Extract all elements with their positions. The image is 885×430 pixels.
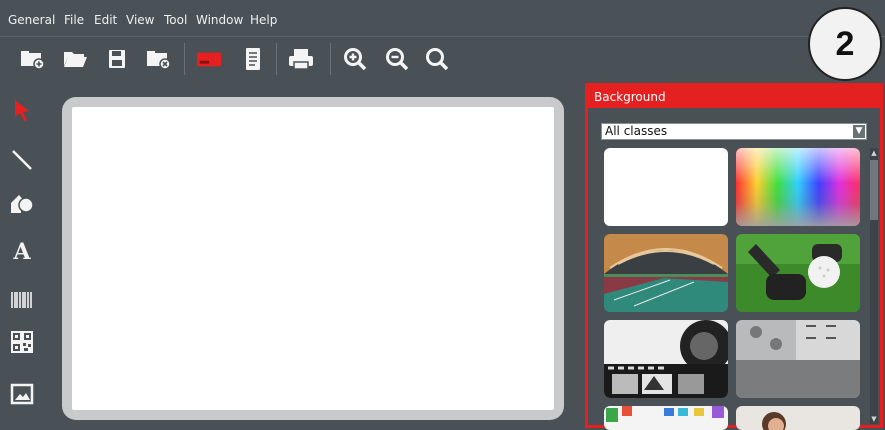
toolbar-separator bbox=[184, 43, 185, 75]
zoom-in-icon[interactable] bbox=[342, 46, 368, 72]
print-icon[interactable] bbox=[288, 46, 314, 72]
line-icon[interactable] bbox=[8, 146, 36, 174]
thumbnail-film-strip[interactable] bbox=[604, 320, 728, 398]
thumbnail-golf-ball[interactable] bbox=[736, 234, 860, 312]
menu-file[interactable]: File bbox=[64, 13, 84, 27]
panel-scrollbar[interactable]: ▲ ▼ bbox=[870, 148, 878, 424]
page-icon[interactable] bbox=[240, 46, 266, 72]
menu-edit[interactable]: Edit bbox=[94, 13, 117, 27]
menu-tool[interactable]: Tool bbox=[164, 13, 187, 27]
toolbar bbox=[0, 37, 885, 80]
menu-view[interactable]: View bbox=[126, 13, 154, 27]
canvas-frame bbox=[62, 97, 564, 420]
zoom-out-icon[interactable] bbox=[384, 46, 410, 72]
toolbar-separator bbox=[330, 43, 331, 75]
barcode-icon[interactable] bbox=[8, 286, 36, 314]
close-document-icon[interactable] bbox=[146, 46, 172, 72]
thumbnail-colorful-shapes[interactable] bbox=[604, 406, 728, 430]
menu-bar: General File Edit View Tool Window Help bbox=[0, 0, 885, 36]
toolbar-separator bbox=[276, 43, 277, 75]
design-canvas[interactable] bbox=[72, 107, 554, 410]
background-panel: Background All classes ▼ ▲ ▼ bbox=[585, 83, 883, 430]
shapes-icon[interactable] bbox=[8, 188, 36, 216]
menu-general[interactable]: General bbox=[8, 13, 55, 27]
select-arrow-icon[interactable] bbox=[8, 96, 36, 124]
menu-help[interactable]: Help bbox=[250, 13, 277, 27]
menu-window[interactable]: Window bbox=[196, 13, 243, 27]
new-document-icon[interactable] bbox=[20, 46, 46, 72]
thumbnail-tennis-court[interactable] bbox=[604, 234, 728, 312]
scroll-up-icon[interactable]: ▲ bbox=[870, 148, 878, 158]
thumbnail-white-background[interactable] bbox=[604, 148, 728, 226]
qrcode-icon[interactable] bbox=[8, 328, 36, 356]
scroll-thumb[interactable] bbox=[870, 160, 878, 220]
thumbnail-color-spectrum[interactable] bbox=[736, 148, 860, 226]
text-icon[interactable]: A bbox=[8, 238, 36, 266]
class-select-value: All classes bbox=[605, 124, 668, 138]
spectrum-shade bbox=[736, 148, 860, 226]
tool-sidebar: A bbox=[0, 80, 46, 428]
chevron-down-icon[interactable]: ▼ bbox=[853, 125, 865, 138]
thumbnail-concrete-wall[interactable] bbox=[736, 320, 860, 398]
class-select[interactable]: All classes ▼ bbox=[601, 123, 867, 140]
thumbnail-person-photo[interactable] bbox=[736, 406, 860, 430]
card-icon[interactable] bbox=[196, 46, 222, 72]
zoom-fit-icon[interactable] bbox=[424, 46, 450, 72]
scroll-down-icon[interactable]: ▼ bbox=[870, 414, 878, 424]
panel-title: Background bbox=[588, 86, 880, 108]
image-icon[interactable] bbox=[8, 380, 36, 408]
step-badge: 2 bbox=[808, 7, 882, 81]
open-folder-icon[interactable] bbox=[62, 46, 88, 72]
save-icon[interactable] bbox=[104, 46, 130, 72]
